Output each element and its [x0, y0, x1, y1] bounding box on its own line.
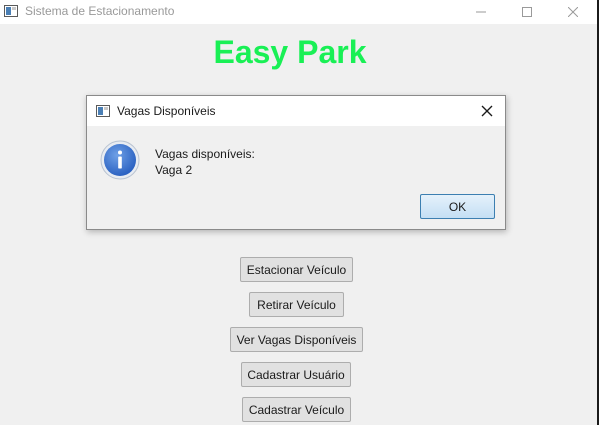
dialog-window-icon [96, 105, 110, 117]
register-vehicle-button[interactable]: Cadastrar Veículo [242, 397, 351, 422]
main-window: Sistema de Estacionamento Easy Park Esta… [0, 0, 599, 425]
park-vehicle-button[interactable]: Estacionar Veículo [240, 257, 353, 282]
maximize-icon [522, 7, 532, 17]
dialog-title: Vagas Disponíveis [117, 104, 216, 118]
minimize-button[interactable] [458, 0, 504, 24]
message-line-header: Vagas disponíveis: [155, 147, 255, 161]
dialog-message: Vagas disponíveis: Vaga 2 [155, 146, 255, 178]
minimize-icon [476, 11, 486, 13]
dialog-titlebar: Vagas Disponíveis [87, 96, 505, 126]
close-icon [568, 7, 578, 17]
window-titlebar: Sistema de Estacionamento [0, 0, 599, 24]
remove-vehicle-button[interactable]: Retirar Veículo [249, 292, 344, 317]
info-icon [100, 140, 140, 180]
ok-button[interactable]: OK [420, 194, 495, 219]
window-title: Sistema de Estacionamento [25, 4, 175, 18]
message-line-spot: Vaga 2 [155, 163, 193, 177]
app-window-icon [4, 5, 18, 17]
close-icon [481, 105, 493, 117]
dialog-close-button[interactable] [477, 102, 497, 120]
brand-title: Easy Park [213, 34, 367, 70]
register-user-button[interactable]: Cadastrar Usuário [241, 362, 351, 387]
maximize-button[interactable] [504, 0, 550, 24]
available-spots-dialog: Vagas Disponíveis Vagas disponíveis: Vag… [86, 95, 506, 230]
view-available-spots-button[interactable]: Ver Vagas Disponíveis [230, 327, 363, 352]
close-button[interactable] [550, 0, 596, 24]
